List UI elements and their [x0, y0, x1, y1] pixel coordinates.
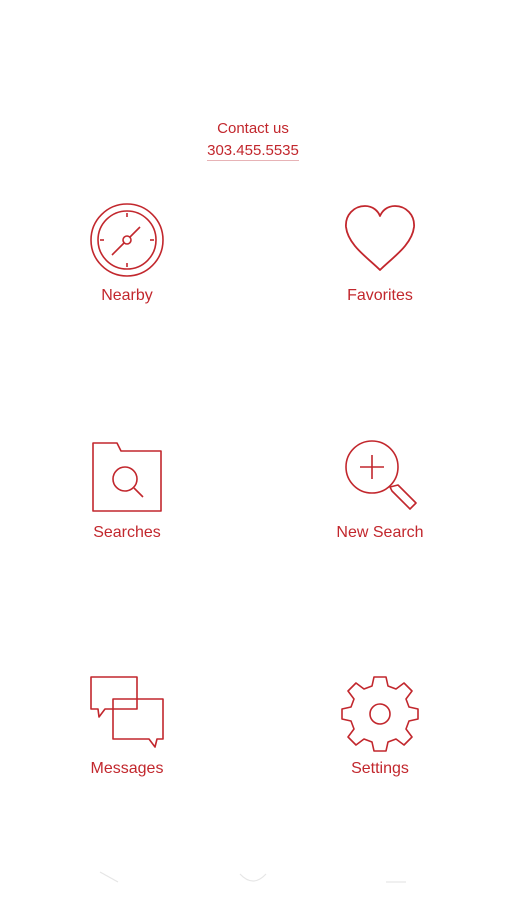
contact-block: Contact us 303.455.5535 [0, 118, 506, 162]
favorites-button[interactable]: Favorites [310, 200, 450, 306]
favorites-label: Favorites [347, 287, 413, 304]
nearby-button[interactable]: Nearby [57, 200, 197, 306]
new-search-button[interactable]: New Search [310, 437, 450, 543]
searches-button[interactable]: Searches [57, 437, 197, 543]
messages-label: Messages [90, 760, 164, 777]
contact-phone-link[interactable]: 303.455.5535 [207, 141, 299, 161]
chat-bubbles-icon [90, 676, 164, 748]
zoom-plus-icon [345, 440, 417, 510]
system-nav-bar [0, 860, 506, 900]
settings-label: Settings [351, 760, 409, 777]
searches-label: Searches [93, 524, 161, 541]
home-icon [239, 873, 267, 882]
gear-icon [341, 676, 419, 752]
contact-label: Contact us [217, 120, 289, 137]
search-folder-icon [92, 442, 162, 512]
nearby-label: Nearby [101, 287, 153, 304]
new-search-label: New Search [336, 524, 424, 541]
settings-button[interactable]: Settings [310, 673, 450, 779]
back-icon [99, 871, 119, 883]
compass-icon [90, 203, 164, 277]
heart-icon [345, 205, 415, 271]
messages-button[interactable]: Messages [57, 673, 197, 779]
